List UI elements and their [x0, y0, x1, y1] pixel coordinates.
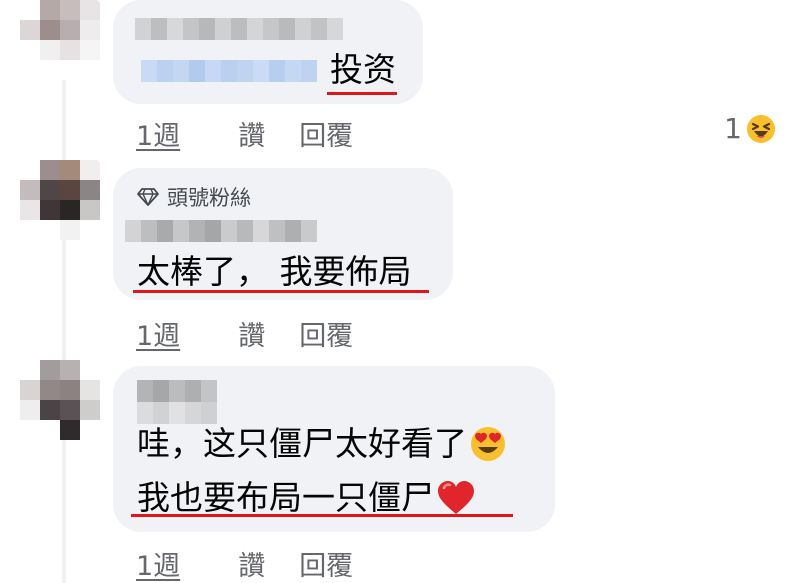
comment-text: 投资	[330, 50, 396, 89]
like-button[interactable]: 讚	[238, 114, 265, 153]
like-button[interactable]: 讚	[238, 314, 265, 353]
badge-label: 頭號粉絲	[167, 186, 251, 210]
author-name-blurred[interactable]	[135, 18, 343, 40]
red-underline	[327, 92, 397, 95]
red-underline	[131, 514, 513, 517]
reply-thread-line	[62, 70, 66, 583]
author-name-blurred[interactable]	[137, 380, 217, 402]
timestamp-link[interactable]: 1週	[136, 544, 180, 583]
comment-text-line1-text: 哇，这只僵尸太好看了	[137, 424, 467, 463]
comment-text-line1: 哇，这只僵尸太好看了	[137, 424, 507, 464]
comment-bubble: 投资	[113, 0, 423, 104]
mention-blurred[interactable]	[141, 60, 317, 82]
red-heart-icon	[438, 481, 474, 514]
reaction-count-number: 1	[724, 112, 742, 145]
reply-button[interactable]: 回覆	[299, 314, 353, 353]
timestamp-link[interactable]: 1週	[136, 114, 180, 153]
comment-actions: 1週 讚 回覆	[136, 114, 353, 153]
diamond-fan-icon	[137, 188, 159, 206]
reply-button[interactable]: 回覆	[299, 114, 353, 153]
avatar[interactable]	[20, 160, 100, 240]
heart-eyes-emoji-icon	[471, 427, 505, 461]
reply-button[interactable]: 回覆	[299, 544, 353, 583]
reaction-count[interactable]: 1	[724, 112, 776, 145]
comment-text-line2: 我也要布局一只僵尸	[137, 478, 476, 518]
author-name-blurred-line2[interactable]	[137, 402, 217, 424]
comment-bubble: 哇，这只僵尸太好看了 我也要布局一只僵尸	[113, 366, 555, 532]
red-underline	[133, 290, 429, 293]
avatar[interactable]	[20, 360, 100, 440]
comment-bubble: 頭號粉絲 太棒了， 我要佈局	[113, 168, 453, 300]
top-fan-badge: 頭號粉絲	[137, 182, 251, 212]
comment-actions: 1週 讚 回覆	[136, 544, 353, 583]
like-button[interactable]: 讚	[238, 544, 265, 583]
timestamp-link[interactable]: 1週	[136, 314, 180, 353]
comment-text: 太棒了， 我要佈局	[137, 252, 412, 291]
avatar[interactable]	[20, 0, 100, 80]
laughing-emoji-icon	[747, 114, 775, 143]
comment-actions: 1週 讚 回覆	[136, 314, 353, 353]
author-name-blurred[interactable]	[125, 220, 317, 242]
comment-text-line2-text: 我也要布局一只僵尸	[137, 478, 434, 517]
